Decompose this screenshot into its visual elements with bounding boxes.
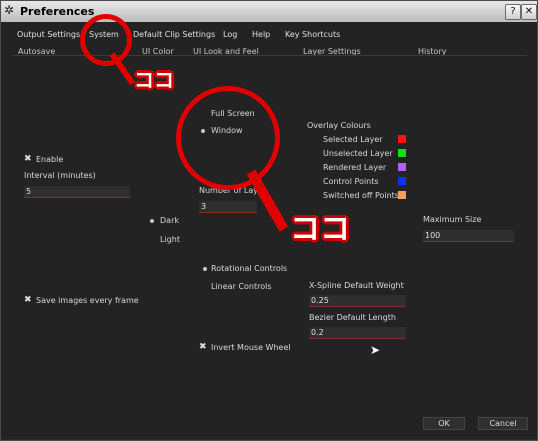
interval-label: Interval (minutes) <box>24 171 96 180</box>
tab-output-settings[interactable]: Output Settings <box>17 30 80 39</box>
overlay-label: Unselected Layer <box>323 149 393 158</box>
enable-label: Enable <box>36 155 64 164</box>
koko-label: ココ <box>134 68 174 92</box>
rendered-layer-swatch[interactable] <box>398 163 406 171</box>
help-button[interactable]: ? <box>505 4 521 20</box>
rotational-controls-label: Rotational Controls <box>211 264 288 273</box>
rotational-radio[interactable] <box>203 267 207 271</box>
enable-checkbox[interactable]: ✖ <box>24 154 32 164</box>
highlight-ring <box>80 14 132 66</box>
xspline-weight-input[interactable]: 0.25 <box>309 295 406 307</box>
dark-radio[interactable] <box>150 219 154 223</box>
max-size-label: Maximum Size <box>423 215 482 224</box>
app-icon: ✲ <box>4 3 15 17</box>
invert-wheel-checkbox[interactable]: ✖ <box>199 342 207 352</box>
overlay-label: Selected Layer <box>323 135 383 144</box>
ok-button[interactable]: OK <box>423 417 465 430</box>
highlight-ring <box>176 86 280 190</box>
unselected-layer-swatch[interactable] <box>398 149 406 157</box>
switched-off-points-swatch[interactable] <box>398 191 406 199</box>
tab-log[interactable]: Log <box>223 30 237 39</box>
control-points-swatch[interactable] <box>398 177 406 185</box>
overlay-label: Switched off Points <box>323 191 399 200</box>
invert-wheel-label: Invert Mouse Wheel <box>211 343 291 352</box>
tab-default-clip-settings[interactable]: Default Clip Settings <box>133 30 215 39</box>
save-images-label: Save images every frame <box>36 296 139 305</box>
cancel-button[interactable]: Cancel <box>478 417 528 430</box>
xspline-weight-label: X-Spline Default Weight <box>309 281 404 290</box>
window-title: Preferences <box>20 5 95 18</box>
overlay-label: Control Points <box>323 177 379 186</box>
overlay-label: Rendered Layer <box>323 163 387 172</box>
selected-layer-swatch[interactable] <box>398 135 406 143</box>
tab-help[interactable]: Help <box>252 30 270 39</box>
overlay-colours-title: Overlay Colours <box>307 121 371 130</box>
title-bar: ✲ Preferences ? ✕ <box>1 1 537 22</box>
close-button[interactable]: ✕ <box>521 4 537 20</box>
mouse-cursor-icon: ➤ <box>370 343 381 357</box>
light-label: Light <box>160 235 180 244</box>
num-layers-input[interactable]: 3 <box>199 201 257 213</box>
koko-label: ココ <box>290 212 350 247</box>
bezier-length-input[interactable]: 0.2 <box>309 327 406 339</box>
bezier-length-label: Bezier Default Length <box>309 313 396 322</box>
dark-label: Dark <box>160 216 179 225</box>
max-size-input[interactable]: 100 <box>423 230 514 242</box>
save-images-checkbox[interactable]: ✖ <box>24 295 32 305</box>
interval-input[interactable]: 5 <box>24 186 130 198</box>
linear-controls-label: Linear Controls <box>211 282 272 291</box>
tab-key-shortcuts[interactable]: Key Shortcuts <box>285 30 340 39</box>
